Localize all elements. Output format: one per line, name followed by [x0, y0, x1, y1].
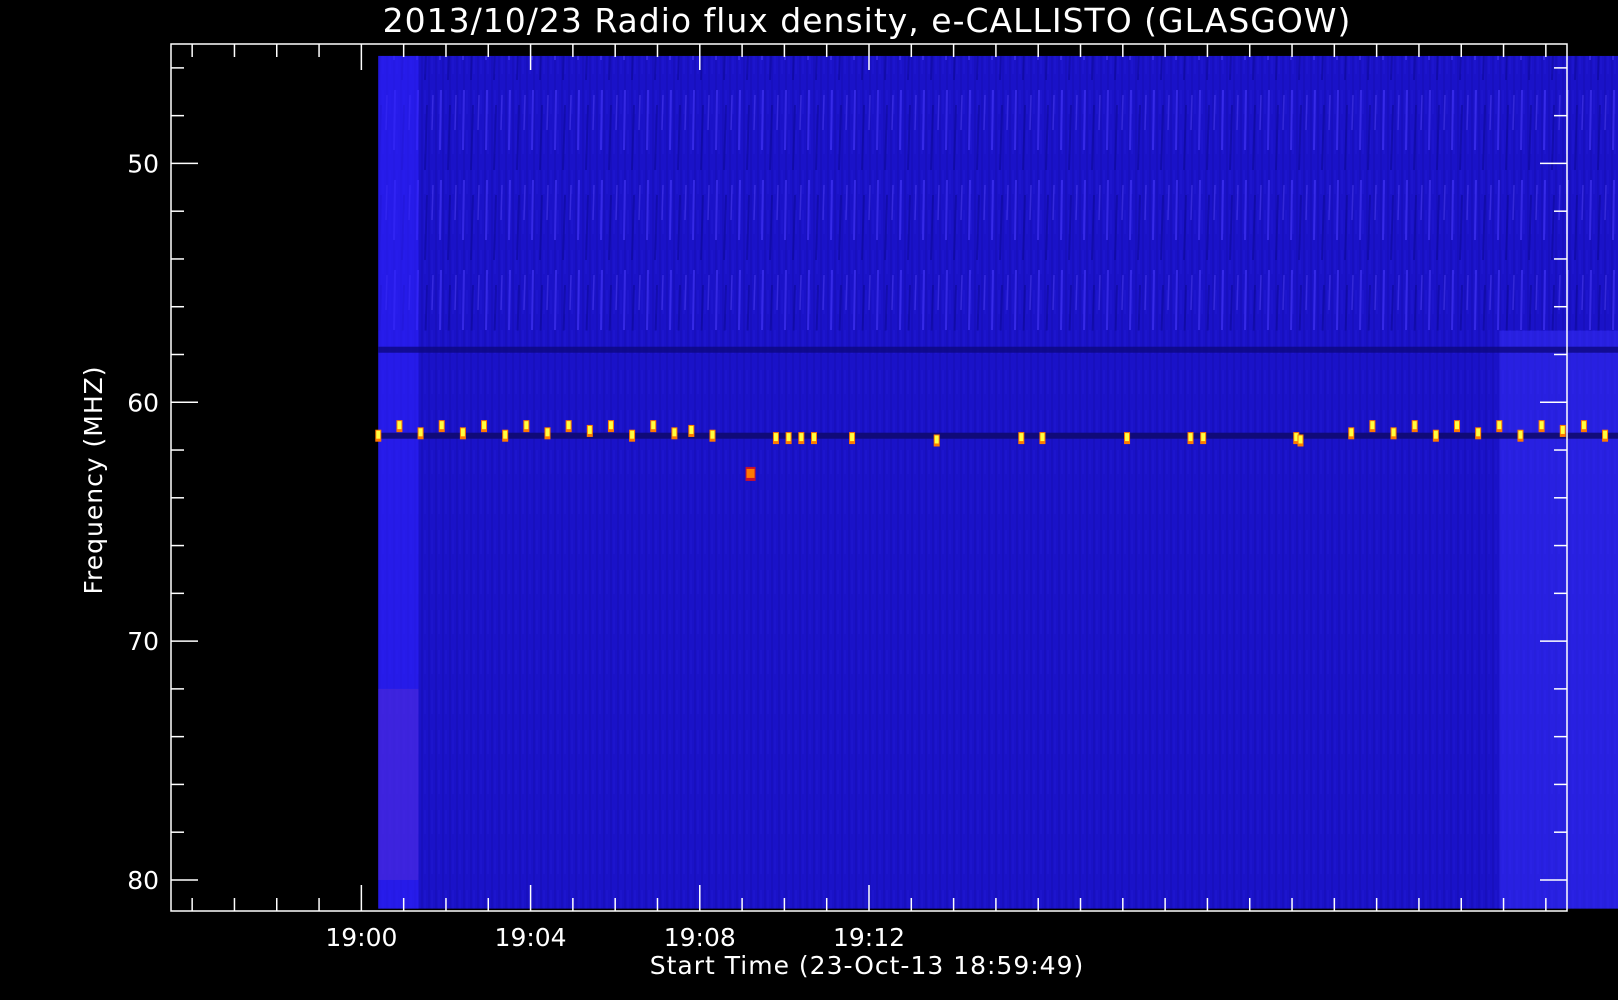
blip-2 — [418, 428, 423, 437]
y-tick-label: 60 — [127, 388, 159, 417]
blip-15 — [689, 425, 694, 434]
right-light-region — [1499, 330, 1618, 909]
blip-12 — [630, 430, 635, 439]
blip-22 — [934, 435, 939, 444]
blip-40 — [1560, 425, 1565, 434]
y-tick-label: 80 — [127, 866, 159, 895]
blip-41 — [1581, 421, 1586, 430]
blip-27 — [1201, 433, 1206, 442]
blip-10 — [587, 425, 592, 434]
left-purple-patch — [378, 688, 419, 880]
interference-line — [378, 432, 1618, 439]
x-tick-label: 19:04 — [495, 923, 567, 952]
blip-39 — [1539, 421, 1544, 430]
blip-0 — [376, 430, 381, 439]
plot-area — [170, 43, 1618, 912]
y-axis-label: Frequency (MHZ) — [79, 365, 108, 594]
dark-band — [378, 346, 1618, 353]
red-spot-0 — [746, 468, 755, 478]
blip-13 — [651, 421, 656, 430]
x-axis-label: Start Time (23-Oct-13 18:59:49) — [650, 951, 1084, 980]
blip-19 — [799, 433, 804, 442]
blip-4 — [460, 428, 465, 437]
blip-34 — [1433, 430, 1438, 439]
blip-31 — [1370, 421, 1375, 430]
x-tick-label: 19:08 — [664, 923, 736, 952]
blip-42 — [1603, 430, 1608, 439]
blip-37 — [1497, 421, 1502, 430]
blip-3 — [439, 421, 444, 430]
x-tick-label: 19:00 — [325, 923, 397, 952]
blip-32 — [1391, 428, 1396, 437]
upper-streaks — [378, 55, 1618, 331]
blip-6 — [503, 430, 508, 439]
blip-5 — [482, 421, 487, 430]
blip-20 — [812, 433, 817, 442]
y-tick-label: 70 — [127, 627, 159, 656]
blip-25 — [1125, 433, 1130, 442]
blip-9 — [566, 421, 571, 430]
chart-title: 2013/10/23 Radio flux density, e-CALLIST… — [383, 1, 1352, 40]
blip-35 — [1455, 421, 1460, 430]
x-tick-label: 19:12 — [833, 923, 905, 952]
blip-18 — [786, 433, 791, 442]
blip-29 — [1298, 435, 1303, 444]
blip-33 — [1412, 421, 1417, 430]
blip-23 — [1019, 433, 1024, 442]
blip-8 — [545, 428, 550, 437]
blip-16 — [710, 430, 715, 439]
blip-30 — [1349, 428, 1354, 437]
blip-1 — [397, 421, 402, 430]
blip-21 — [850, 433, 855, 442]
y-tick-label: 50 — [127, 149, 159, 178]
blip-17 — [773, 433, 778, 442]
spectrogram-chart: 2013/10/23 Radio flux density, e-CALLIST… — [79, 1, 1618, 980]
blip-36 — [1476, 428, 1481, 437]
blip-38 — [1518, 430, 1523, 439]
blip-24 — [1040, 433, 1045, 442]
blip-11 — [608, 421, 613, 430]
blip-7 — [524, 421, 529, 430]
blip-26 — [1188, 433, 1193, 442]
blip-14 — [672, 428, 677, 437]
